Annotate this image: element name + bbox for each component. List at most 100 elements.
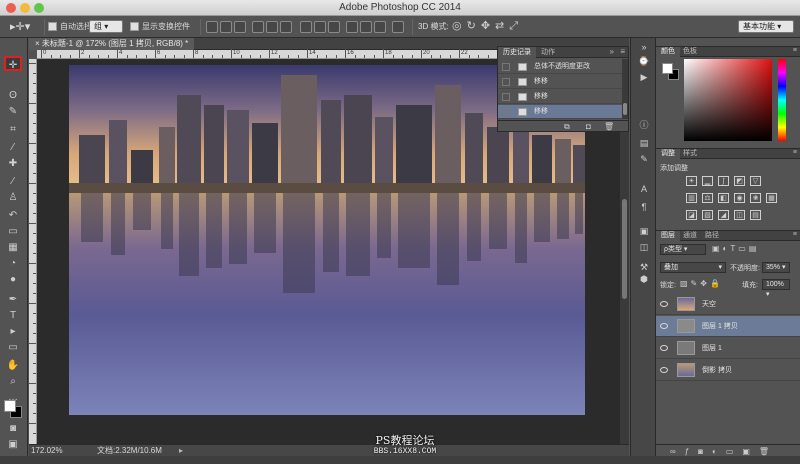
tab-actions[interactable]: 动作 bbox=[536, 47, 560, 58]
layer-row-selected[interactable]: 图层 1 拷贝 bbox=[656, 316, 800, 337]
3d-panel-icon[interactable]: ⬢ bbox=[638, 274, 650, 285]
auto-select-dropdown[interactable]: 组 ▾ bbox=[89, 20, 123, 33]
show-transform-checkbox[interactable] bbox=[130, 21, 139, 32]
blend-mode-dropdown[interactable]: 叠加 ▾ bbox=[660, 262, 726, 273]
tab-styles[interactable]: 样式 bbox=[678, 149, 702, 159]
lock-icons[interactable]: ▨✎✥🔒 bbox=[680, 279, 723, 288]
swatches-panel-icon[interactable]: ◫ bbox=[638, 242, 650, 253]
distribute-right-icon[interactable] bbox=[374, 21, 386, 33]
color-foreground-swatch[interactable] bbox=[662, 63, 673, 74]
tab-history[interactable]: 历史记录 bbox=[498, 47, 536, 58]
gradient-tool-icon[interactable]: ▦ bbox=[4, 240, 22, 255]
left-ruler[interactable] bbox=[28, 59, 37, 444]
align-bottom-icon[interactable] bbox=[234, 21, 246, 33]
panel-menu-icon[interactable]: ≡ bbox=[793, 47, 797, 54]
scrollbar-thumb[interactable] bbox=[622, 199, 627, 299]
align-vcenter-icon[interactable] bbox=[220, 21, 232, 33]
layer-footer-icons[interactable]: ∞ƒ◙◐▭▣🗑 bbox=[670, 447, 778, 456]
snapshot-icon[interactable]: ◘ bbox=[586, 122, 591, 131]
history-brush-tool-icon[interactable]: ↶ bbox=[4, 208, 22, 223]
threshold-icon[interactable]: ◢ bbox=[718, 210, 729, 220]
posterize-icon[interactable]: ▧ bbox=[702, 210, 713, 220]
move-tool-preset-icon[interactable]: ▸✛▾ bbox=[10, 20, 30, 33]
history-item-selected[interactable]: 移移 bbox=[498, 105, 622, 119]
history-item[interactable]: 移移 bbox=[498, 90, 622, 104]
blur-tool-icon[interactable]: ◔ bbox=[4, 256, 22, 271]
info-panel-icon[interactable]: ⓘ bbox=[638, 120, 650, 131]
auto-select-checkbox[interactable] bbox=[48, 21, 57, 32]
layer-row[interactable]: 倒影 拷贝 bbox=[656, 360, 800, 381]
hue-saturation-icon[interactable]: ▥ bbox=[686, 193, 697, 203]
zoom-tool-icon[interactable]: ⌕ bbox=[4, 374, 22, 389]
visibility-eye-icon[interactable] bbox=[660, 345, 668, 351]
screen-mode-icon[interactable]: ▣ bbox=[4, 437, 22, 452]
channel-mixer-icon[interactable]: ❀ bbox=[750, 193, 761, 203]
brightness-icon[interactable]: ☀ bbox=[686, 176, 697, 186]
history-item[interactable]: 总体不透明度更改 bbox=[498, 60, 622, 74]
eyedropper-tool-icon[interactable]: ⁄ bbox=[4, 140, 22, 155]
photo-filter-icon[interactable]: ◉ bbox=[734, 193, 745, 203]
foreground-color-swatch[interactable] bbox=[4, 400, 16, 412]
lasso-tool-icon[interactable]: ʘ bbox=[4, 88, 22, 103]
tab-adjustments[interactable]: 调整 bbox=[656, 149, 680, 159]
color-balance-icon[interactable]: ⚖ bbox=[702, 193, 713, 203]
distribute-bottom-icon[interactable] bbox=[328, 21, 340, 33]
layer-filter-icons[interactable]: ▣◐T▭▤ bbox=[712, 244, 759, 253]
align-hcenter-icon[interactable] bbox=[266, 21, 278, 33]
color-lookup-icon[interactable]: ▦ bbox=[766, 193, 777, 203]
quick-select-tool-icon[interactable]: ✎ bbox=[4, 104, 22, 119]
move-tool-icon[interactable]: ✛ bbox=[4, 56, 22, 71]
auto-align-icon[interactable] bbox=[392, 21, 404, 33]
character-panel-icon[interactable]: A bbox=[638, 184, 650, 195]
distribute-top-icon[interactable] bbox=[300, 21, 312, 33]
actions-panel-icon[interactable]: ▶ bbox=[638, 72, 650, 83]
color-picker-field[interactable] bbox=[684, 59, 772, 141]
hand-tool-icon[interactable]: ✋ bbox=[4, 358, 22, 373]
opacity-field[interactable]: 35% ▾ bbox=[762, 262, 790, 273]
crop-tool-icon[interactable]: ⌗ bbox=[4, 122, 22, 137]
layer-row[interactable]: 图层 1 bbox=[656, 338, 800, 359]
exposure-icon[interactable]: ◩ bbox=[734, 176, 745, 186]
layer-comps-icon[interactable]: ▣ bbox=[638, 226, 650, 237]
levels-icon[interactable]: ▁ bbox=[702, 176, 713, 186]
black-white-icon[interactable]: ◧ bbox=[718, 193, 729, 203]
visibility-eye-icon[interactable] bbox=[660, 323, 668, 329]
trash-icon[interactable]: 🗑 bbox=[604, 122, 614, 131]
distribute-vcenter-icon[interactable] bbox=[314, 21, 326, 33]
distribute-hcenter-icon[interactable] bbox=[360, 21, 372, 33]
eraser-tool-icon[interactable]: ▭ bbox=[4, 224, 22, 239]
gradient-map-icon[interactable]: ▤ bbox=[750, 210, 761, 220]
3d-mode-icons[interactable]: ◎↻✥⇄⤢ bbox=[452, 19, 523, 33]
visibility-eye-icon[interactable] bbox=[660, 367, 668, 373]
healing-brush-tool-icon[interactable]: ✚ bbox=[4, 156, 22, 171]
dodge-tool-icon[interactable]: ● bbox=[4, 272, 22, 287]
brush-panel-icon[interactable]: ✎ bbox=[638, 154, 650, 165]
tab-paths[interactable]: 路径 bbox=[700, 231, 724, 241]
panel-collapse-icon[interactable]: » bbox=[610, 47, 614, 56]
history-scrollbar[interactable] bbox=[622, 59, 628, 119]
tab-layers[interactable]: 图层 bbox=[656, 231, 680, 241]
panel-collapse-icon[interactable]: » bbox=[638, 42, 650, 53]
new-document-from-state-icon[interactable]: ⧉ bbox=[564, 122, 570, 132]
path-selection-tool-icon[interactable]: ▸ bbox=[4, 324, 22, 339]
layer-row[interactable]: 天空 bbox=[656, 294, 800, 315]
align-right-icon[interactable] bbox=[280, 21, 292, 33]
distribute-left-icon[interactable] bbox=[346, 21, 358, 33]
history-item[interactable]: 移移 bbox=[498, 75, 622, 89]
brush-tool-icon[interactable]: ∕ bbox=[4, 174, 22, 189]
tab-color[interactable]: 颜色 bbox=[656, 47, 680, 57]
pen-tool-icon[interactable]: ✒ bbox=[4, 292, 22, 307]
history-panel-icon[interactable]: ⌚ bbox=[638, 56, 650, 67]
workspace-dropdown[interactable]: 基本功能 ▾ bbox=[738, 20, 794, 33]
document-tab[interactable]: × 未标题-1 @ 172% (图层 1 拷贝, RGB/8) * bbox=[29, 38, 195, 50]
quick-mask-icon[interactable]: ◙ bbox=[4, 421, 22, 436]
tool-presets-icon[interactable]: ⚒ bbox=[638, 262, 650, 273]
tab-swatches[interactable]: 色板 bbox=[678, 47, 702, 57]
clone-stamp-tool-icon[interactable]: ♙ bbox=[4, 190, 22, 205]
rectangle-tool-icon[interactable]: ▭ bbox=[4, 340, 22, 355]
tab-channels[interactable]: 通道 bbox=[678, 231, 702, 241]
panel-menu-icon[interactable]: ≡ bbox=[793, 149, 797, 156]
hue-slider[interactable] bbox=[778, 59, 786, 141]
curves-icon[interactable]: ∫ bbox=[718, 176, 729, 186]
close-tab-icon[interactable]: × bbox=[35, 39, 42, 48]
